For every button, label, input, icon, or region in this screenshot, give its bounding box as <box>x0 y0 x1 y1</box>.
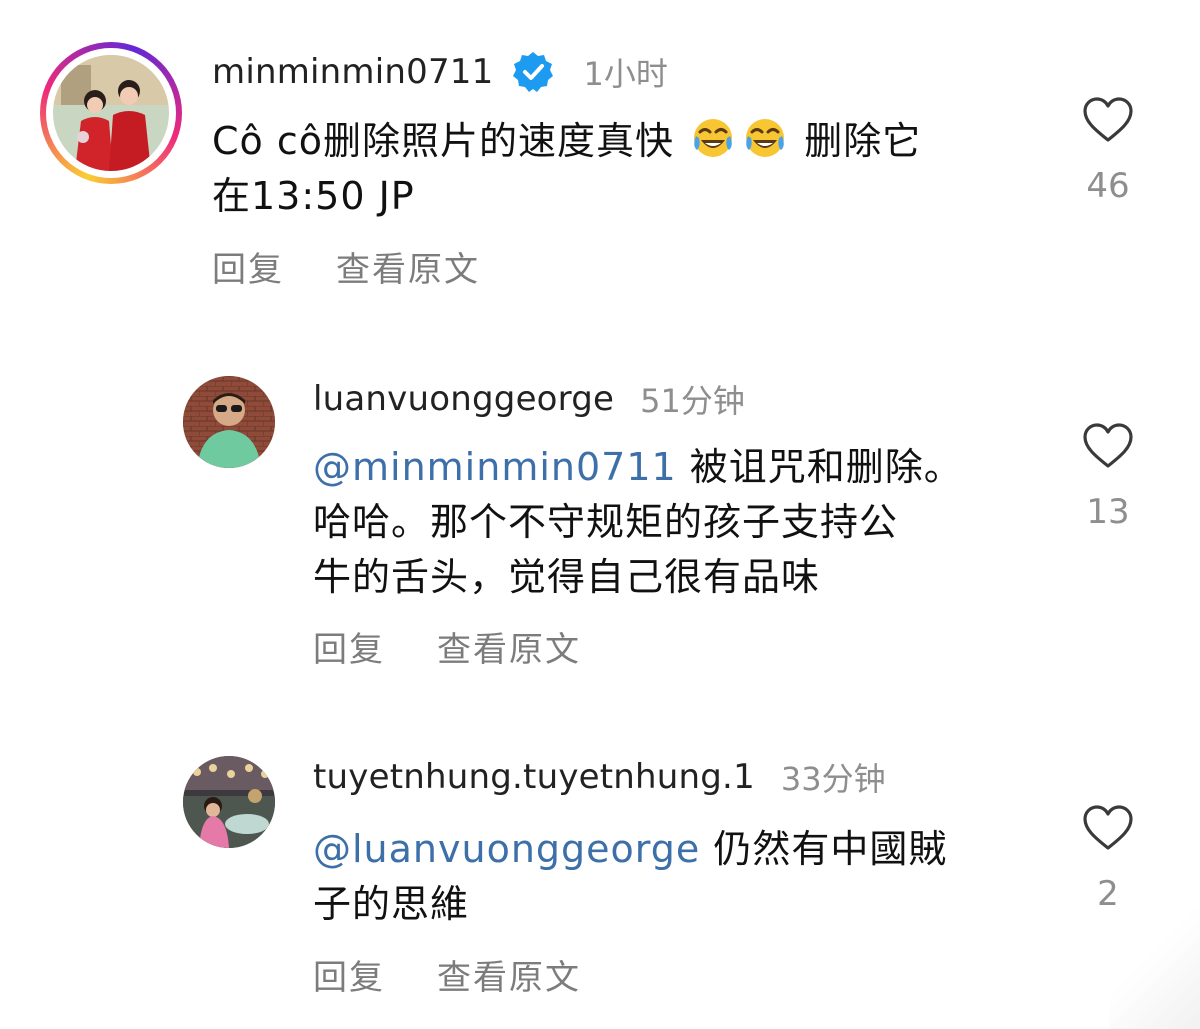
comment-time: 1小时 <box>583 55 668 93</box>
comment-text: @minminmin0711 被诅咒和删除。 哈哈。那个不守规矩的孩子支持公 牛… <box>313 445 963 599</box>
heart-icon[interactable] <box>1082 96 1134 144</box>
like-count: 46 <box>1086 166 1130 206</box>
corner-shadow <box>1110 909 1200 1029</box>
see-translation-button[interactable]: 查看原文 <box>336 242 480 291</box>
joy-emoji-icon <box>691 116 735 160</box>
username[interactable]: luanvuonggeorge <box>313 379 614 419</box>
comment-text: Cô cô删除照片的速度真快 删除它 在13:50 JP <box>212 114 1052 224</box>
comment-actions: 回复 查看原文 <box>212 242 480 291</box>
reply-button[interactable]: 回复 <box>212 242 284 291</box>
verified-badge-icon <box>511 50 555 94</box>
like-count: 13 <box>1086 492 1130 532</box>
heart-icon[interactable] <box>1082 804 1134 852</box>
see-translation-button[interactable]: 查看原文 <box>437 950 581 999</box>
avatar[interactable] <box>53 55 169 171</box>
mention-link[interactable]: @minminmin0711 <box>313 445 677 489</box>
comment-text: @luanvuonggeorge 仍然有中國賊 子的思維 <box>313 827 948 926</box>
avatar[interactable] <box>183 756 275 848</box>
joy-emoji-icon <box>743 116 787 160</box>
like-count: 2 <box>1097 874 1119 914</box>
heart-icon[interactable] <box>1082 422 1134 470</box>
see-translation-button[interactable]: 查看原文 <box>437 622 581 671</box>
avatar[interactable] <box>183 376 275 468</box>
comment-header: luanvuonggeorge 51分钟 <box>313 376 745 422</box>
like-button[interactable]: 2 <box>1078 804 1138 914</box>
comment-actions: 回复 查看原文 <box>313 950 581 999</box>
username[interactable]: minminmin0711 <box>212 52 493 92</box>
like-button[interactable]: 13 <box>1078 422 1138 532</box>
reply-button[interactable]: 回复 <box>313 950 385 999</box>
comment-header: tuyetnhung.tuyetnhung.1 33分钟 <box>313 754 886 800</box>
comment-item: luanvuonggeorge 51分钟 @minminmin0711 被诅咒和… <box>0 360 1200 700</box>
comment-time: 51分钟 <box>640 382 745 420</box>
comment-time: 33分钟 <box>780 760 886 798</box>
username[interactable]: tuyetnhung.tuyetnhung.1 <box>313 757 755 797</box>
comment-actions: 回复 查看原文 <box>313 622 581 671</box>
comment-item: minminmin0711 1小时 Cô cô删除照片的速度真快 删除它 在13… <box>0 0 1200 320</box>
comment-item: tuyetnhung.tuyetnhung.1 33分钟 @luanvuongg… <box>0 740 1200 1029</box>
reply-button[interactable]: 回复 <box>313 622 385 671</box>
mention-link[interactable]: @luanvuonggeorge <box>313 827 700 871</box>
comment-header: minminmin0711 1小时 <box>212 48 668 96</box>
like-button[interactable]: 46 <box>1078 96 1138 206</box>
